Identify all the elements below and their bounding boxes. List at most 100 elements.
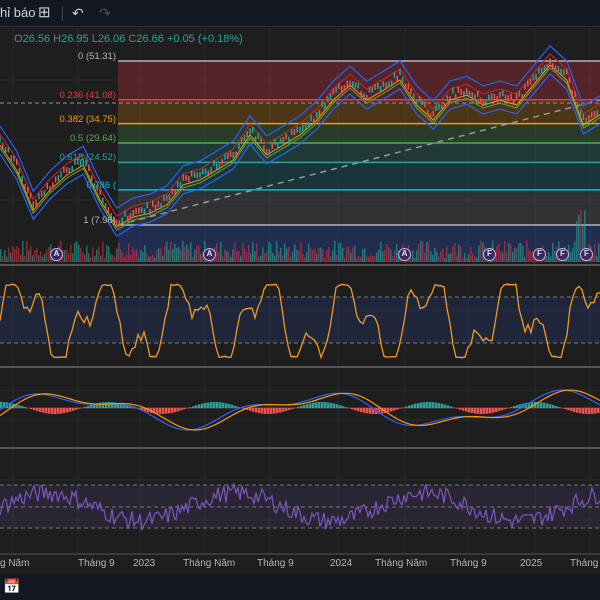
macd-histogram-bar — [318, 402, 321, 408]
fib-level-label: 0.618 (24.52) — [59, 152, 116, 164]
volume-bar — [14, 249, 16, 262]
volume-bar — [70, 244, 72, 262]
volume-bar — [222, 256, 224, 262]
volume-bar — [596, 255, 598, 262]
volume-bar — [282, 255, 284, 262]
volume-bar — [6, 256, 8, 262]
volume-bar — [372, 255, 374, 262]
volume-bar — [200, 254, 202, 262]
macd-histogram-bar — [102, 402, 105, 408]
volume-bar — [110, 253, 112, 262]
volume-bar — [362, 249, 364, 262]
event-marker-earnings[interactable]: F — [483, 248, 496, 261]
fib-zone — [118, 189, 600, 225]
macd-histogram-bar — [357, 408, 360, 412]
macd-histogram-bar — [432, 402, 435, 408]
volume-bar — [120, 249, 122, 262]
volume-bar — [332, 250, 334, 262]
macd-histogram-bar — [0, 402, 3, 408]
time-axis-label: Tháng 9 — [78, 558, 115, 569]
volume-bar — [160, 248, 162, 262]
volume-bar — [268, 241, 270, 262]
macd-histogram-bar — [36, 408, 39, 412]
macd-histogram-bar — [564, 408, 567, 410]
volume-bar — [292, 251, 294, 262]
volume-bar — [170, 242, 172, 262]
event-marker-earnings[interactable]: F — [556, 248, 569, 261]
macd-histogram-bar — [45, 408, 48, 414]
macd-histogram-bar — [582, 408, 585, 414]
fib-level-label: 0 (51.31) — [77, 51, 116, 62]
macd-histogram-bar — [21, 406, 24, 408]
event-marker-earnings[interactable]: F — [580, 248, 593, 261]
volume-bar — [444, 257, 446, 262]
fib-zone — [118, 123, 600, 143]
macd-histogram-bar — [393, 408, 396, 411]
volume-bar — [220, 241, 222, 262]
macd-histogram-bar — [435, 402, 438, 408]
volume-bar — [172, 249, 174, 262]
volume-bar — [308, 243, 310, 262]
volume-bar — [224, 249, 226, 262]
volume-bar — [528, 249, 530, 262]
volume-bar — [242, 242, 244, 262]
volume-bar — [166, 241, 168, 262]
volume-bar — [304, 257, 306, 262]
volume-bar — [394, 250, 396, 262]
macd-histogram-bar — [306, 404, 309, 408]
volume-bar — [514, 247, 516, 262]
event-marker-dividend[interactable]: A — [203, 248, 216, 261]
volume-bar — [302, 253, 304, 262]
time-axis-label: Tháng Năm — [375, 558, 428, 569]
macd-histogram-bar — [168, 408, 171, 414]
macd-histogram-bar — [555, 406, 558, 408]
volume-bar — [476, 257, 478, 262]
volume-bar — [138, 257, 140, 262]
volume-bar — [458, 244, 460, 262]
macd-histogram-bar — [297, 406, 300, 408]
volume-bar — [90, 257, 92, 262]
macd-histogram-bar — [90, 404, 93, 408]
event-marker-earnings[interactable]: F — [533, 248, 546, 261]
macd-histogram-bar — [351, 408, 354, 410]
macd-histogram-bar — [273, 408, 276, 414]
volume-bar — [378, 249, 380, 262]
macd-histogram-bar — [486, 408, 489, 414]
calendar-goto-icon[interactable]: 📅 — [3, 578, 20, 595]
volume-bar — [272, 253, 274, 262]
volume-bar — [316, 253, 318, 262]
volume-bar — [182, 240, 184, 262]
macd-histogram-bar — [369, 408, 372, 414]
volume-bar — [84, 254, 86, 262]
volume-bar — [142, 251, 144, 262]
macd-histogram-bar — [336, 404, 339, 408]
change-value: +0.05 (+0.18%) — [166, 33, 243, 45]
volume-bar — [420, 240, 422, 262]
event-marker-dividend[interactable]: A — [398, 248, 411, 261]
volume-bar — [550, 256, 552, 262]
volume-bar — [464, 252, 466, 262]
volume-bar — [66, 249, 68, 262]
macd-histogram-bar — [477, 408, 480, 414]
macd-signal-line — [0, 389, 600, 431]
macd-histogram-bar — [198, 404, 201, 408]
macd-histogram-bar — [258, 408, 261, 414]
macd-histogram-bar — [438, 403, 441, 408]
volume-bar — [364, 248, 366, 262]
volume-bar — [504, 240, 506, 262]
volume-bar — [340, 242, 342, 262]
volume-bar — [82, 252, 84, 262]
volume-bar — [552, 242, 554, 262]
volume-bar — [354, 245, 356, 262]
volume-bar — [230, 256, 232, 262]
volume-bar — [368, 256, 370, 262]
volume-bar — [450, 253, 452, 262]
volume-bar — [68, 253, 70, 262]
macd-histogram-bar — [492, 408, 495, 413]
macd-histogram-bar — [579, 408, 582, 414]
volume-bar — [448, 253, 450, 262]
volume-bar — [262, 247, 264, 262]
event-marker-dividend[interactable]: A — [50, 248, 63, 261]
volume-bar — [288, 247, 290, 262]
macd-histogram-bar — [18, 405, 21, 408]
